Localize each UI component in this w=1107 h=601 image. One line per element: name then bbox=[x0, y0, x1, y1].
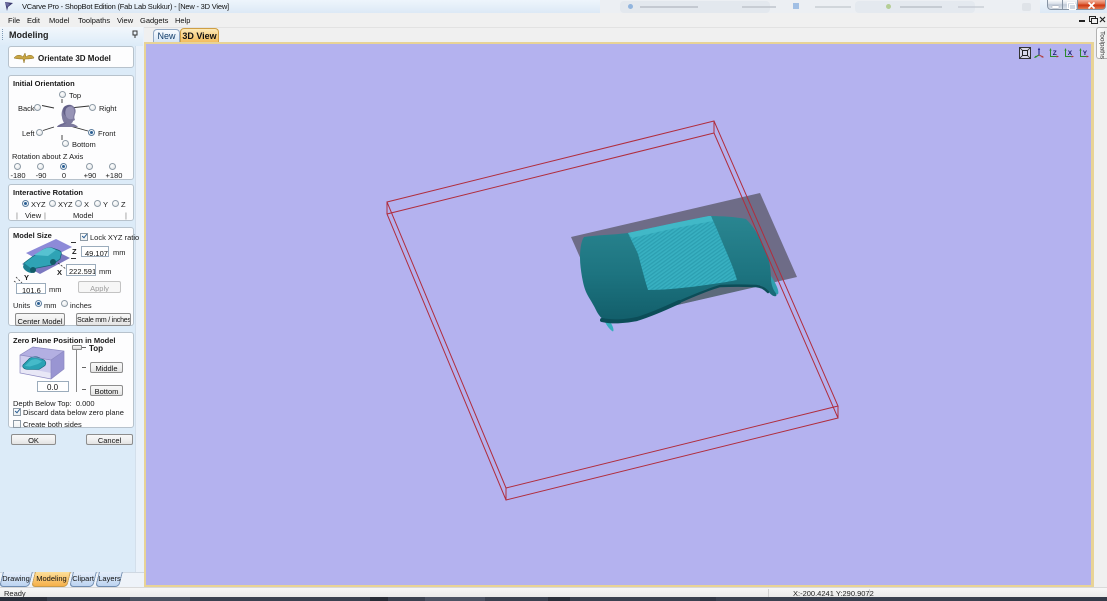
svg-text:X: X bbox=[1068, 50, 1073, 57]
svg-text:Z: Z bbox=[1053, 50, 1057, 57]
svg-text:Y: Y bbox=[1083, 50, 1088, 57]
